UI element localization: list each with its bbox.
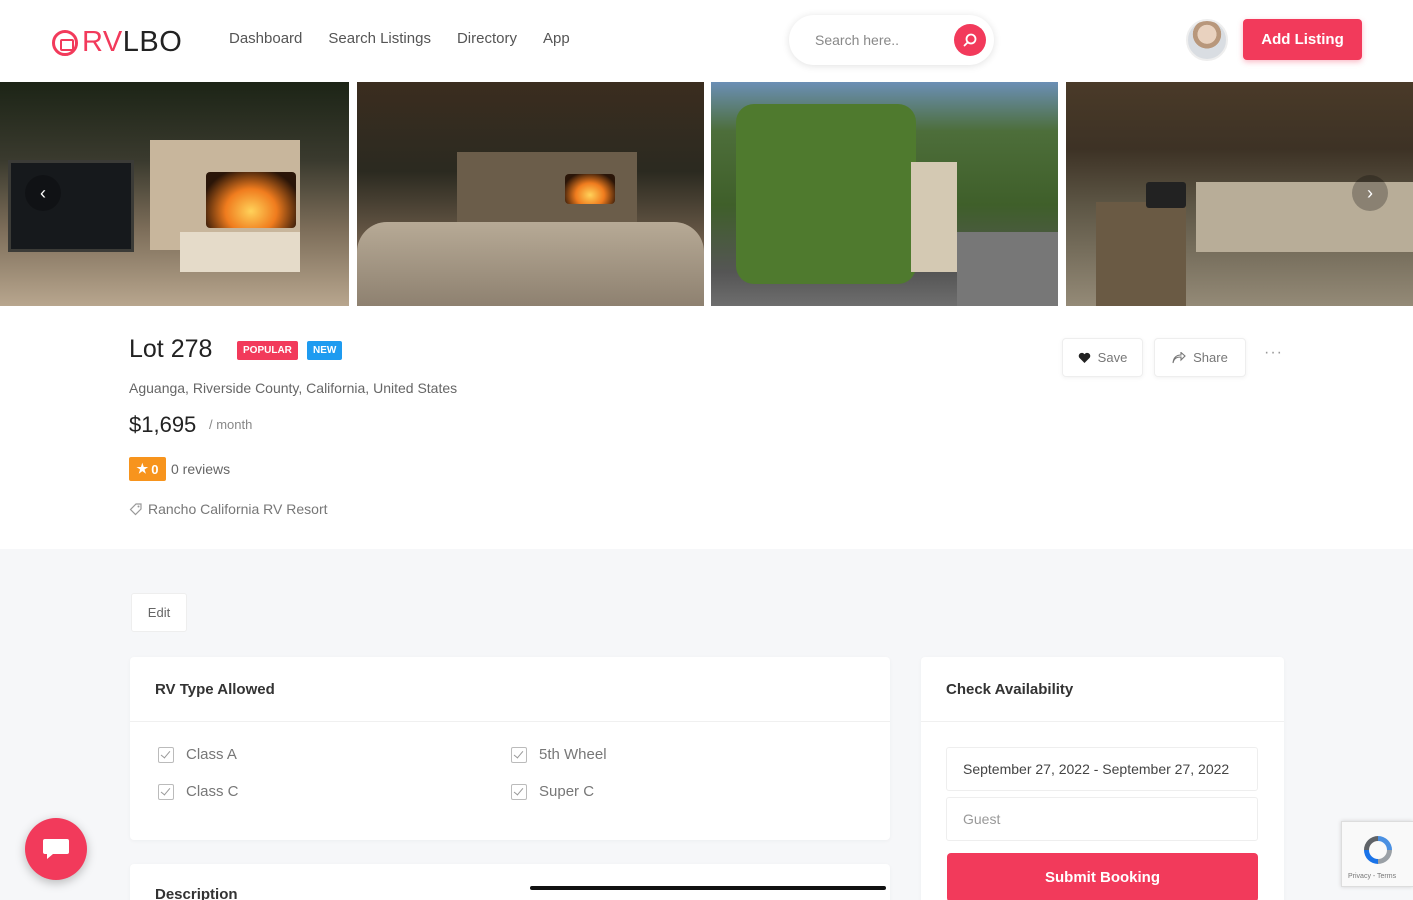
rv-type-item: Super C — [511, 783, 594, 800]
recaptcha-footer[interactable]: Privacy - Terms — [1348, 873, 1396, 880]
availability-card: Check Availability Submit Booking — [921, 657, 1284, 900]
hearth — [180, 232, 300, 272]
nav-app[interactable]: App — [543, 30, 570, 47]
listing-title: Lot 278 — [129, 335, 213, 363]
horizontal-scroll-indicator[interactable] — [530, 886, 886, 890]
search-bar — [789, 15, 994, 65]
rv-type-card: RV Type Allowed Class A 5th Wheel Class … — [130, 657, 890, 840]
tag-icon — [129, 503, 142, 516]
rv-logo-icon — [52, 29, 78, 56]
share-label: Share — [1193, 350, 1228, 365]
star-icon: ★ — [136, 461, 149, 476]
fire-shape — [565, 174, 615, 204]
search-button[interactable] — [954, 24, 986, 56]
description-title: Description — [155, 886, 238, 900]
recaptcha-badge[interactable]: Privacy - Terms — [1341, 821, 1413, 887]
save-label: Save — [1097, 350, 1128, 365]
review-count[interactable]: 0 reviews — [171, 461, 230, 477]
gallery-prev-button[interactable]: ‹ — [25, 175, 61, 211]
heart-icon — [1078, 352, 1090, 363]
user-avatar[interactable] — [1186, 19, 1228, 61]
more-options-button[interactable]: ··· — [1264, 344, 1283, 362]
add-listing-button[interactable]: Add Listing — [1243, 19, 1362, 60]
nav-directory[interactable]: Directory — [457, 30, 517, 47]
rv-type-item: Class A — [158, 746, 237, 763]
rv-type-title: RV Type Allowed — [155, 681, 275, 698]
brand-name: RVLBO — [82, 26, 183, 58]
checkbox-icon — [511, 746, 527, 763]
site-header: RVLBO Dashboard Search Listings Director… — [0, 0, 1413, 80]
rating-value: 0 — [151, 461, 159, 477]
edit-button[interactable]: Edit — [131, 593, 187, 632]
kitchen-island — [1096, 202, 1186, 306]
search-icon — [963, 33, 977, 47]
tv-shape — [8, 160, 134, 252]
sofa-shape — [357, 222, 704, 306]
share-button[interactable]: Share — [1154, 338, 1246, 377]
popular-badge: POPULAR — [237, 341, 298, 360]
nav-dashboard[interactable]: Dashboard — [229, 30, 302, 47]
date-range-field[interactable] — [946, 747, 1258, 791]
rv-type-label: Super C — [539, 783, 595, 800]
rv-type-label: Class C — [186, 783, 239, 800]
brand-logo[interactable]: RVLBO — [52, 26, 182, 59]
driveway-shape — [957, 232, 1058, 306]
pillar-shape — [911, 162, 957, 272]
fire-shape — [206, 172, 296, 228]
listing-tag[interactable]: Rancho California RV Resort — [129, 501, 328, 517]
nav-search-listings[interactable]: Search Listings — [328, 30, 431, 47]
rv-type-item: 5th Wheel — [511, 746, 607, 763]
listing-price: $1,695 — [129, 412, 197, 437]
rv-type-label: 5th Wheel — [539, 746, 607, 763]
rv-type-label: Class A — [186, 746, 237, 763]
new-badge: NEW — [307, 341, 343, 360]
photo-gallery: ‹ › — [0, 82, 1413, 306]
grill-shape — [1146, 182, 1186, 208]
description-card: Description — [130, 864, 890, 900]
rating-badge: ★ 0 — [129, 457, 166, 481]
rv-type-item: Class C — [158, 783, 239, 800]
recaptcha-icon — [1364, 836, 1392, 864]
guest-field[interactable] — [946, 797, 1258, 841]
price-period: / month — [209, 417, 253, 432]
card-divider — [921, 721, 1284, 722]
card-divider — [130, 721, 890, 722]
tag-label: Rancho California RV Resort — [148, 501, 328, 517]
main-nav: Dashboard Search Listings Directory App — [229, 30, 570, 47]
checkbox-icon — [511, 783, 527, 800]
checkbox-icon — [158, 783, 174, 800]
gallery-photo-2[interactable] — [357, 82, 704, 306]
gallery-next-button[interactable]: › — [1352, 175, 1388, 211]
save-button[interactable]: Save — [1062, 338, 1143, 377]
chat-button[interactable] — [25, 818, 87, 880]
checkbox-icon — [158, 746, 174, 763]
share-icon — [1172, 351, 1186, 363]
submit-booking-button[interactable]: Submit Booking — [947, 853, 1258, 900]
search-input[interactable] — [815, 32, 945, 48]
availability-title: Check Availability — [946, 681, 1074, 698]
chat-bubble-icon — [43, 839, 69, 859]
listing-location: Aguanga, Riverside County, California, U… — [129, 380, 458, 396]
hedge-shape — [736, 104, 916, 284]
gallery-photo-3[interactable] — [711, 82, 1058, 306]
